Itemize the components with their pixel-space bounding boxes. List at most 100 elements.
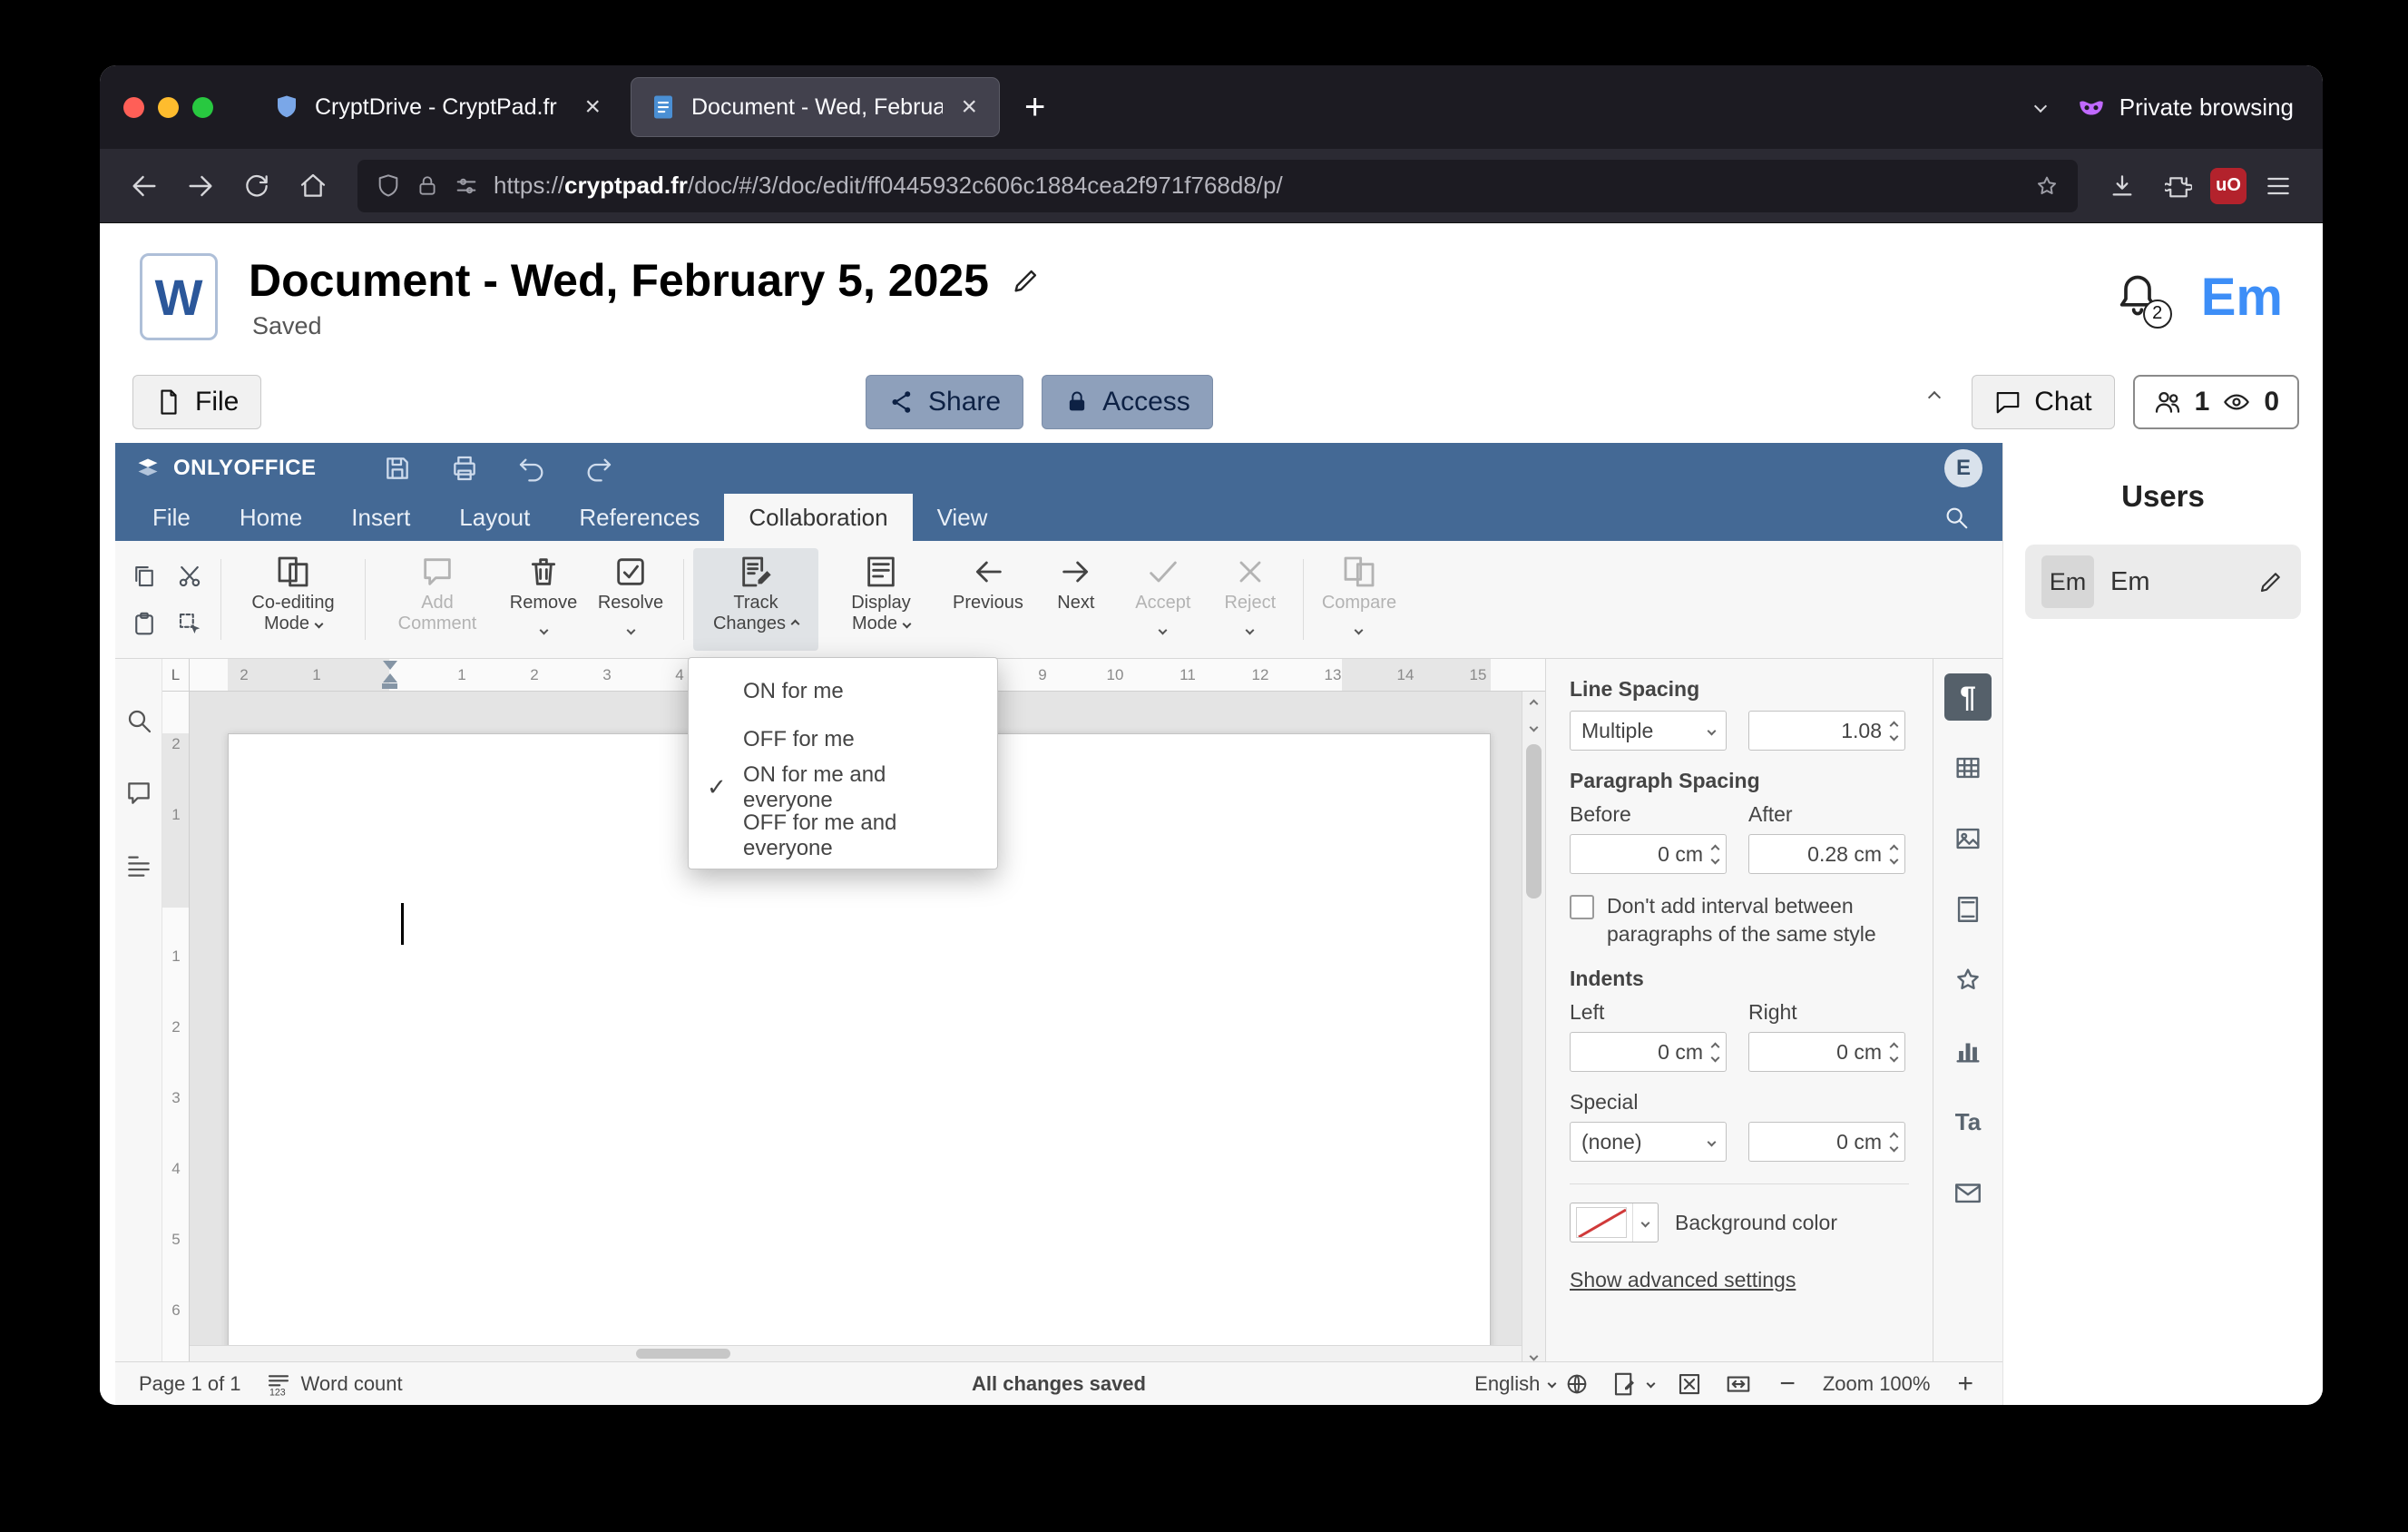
table-settings-tab[interactable] bbox=[1944, 744, 1992, 791]
first-line-indent-marker[interactable] bbox=[383, 661, 397, 670]
list-tabs-chevron-icon[interactable] bbox=[2023, 99, 2058, 115]
cut-button[interactable] bbox=[168, 554, 211, 599]
paragraph-settings-tab[interactable]: ¶ bbox=[1944, 673, 1992, 721]
coediting-mode-button[interactable]: Co-editing Mode bbox=[230, 548, 356, 651]
image-settings-tab[interactable] bbox=[1944, 815, 1992, 862]
redo-icon[interactable] bbox=[584, 454, 613, 483]
no-interval-checkbox-row[interactable]: Don't add interval between paragraphs of… bbox=[1570, 892, 1909, 948]
scroll-up-button[interactable] bbox=[1522, 692, 1545, 715]
notifications-button[interactable]: 2 bbox=[2114, 271, 2172, 329]
zoom-in-button[interactable]: + bbox=[1952, 1369, 1979, 1399]
word-count-button[interactable]: 123 Word count bbox=[265, 1370, 403, 1398]
advanced-settings-link[interactable]: Show advanced settings bbox=[1570, 1268, 1909, 1292]
menu-item-on-for-everyone[interactable]: ✓ ON for me and everyone bbox=[689, 762, 997, 812]
user-list-item[interactable]: Em Em bbox=[2025, 545, 2301, 619]
tab-file[interactable]: File bbox=[128, 494, 215, 541]
spacing-after-spinner[interactable]: 0.28 cm bbox=[1748, 834, 1905, 874]
ublock-origin-icon[interactable]: uO bbox=[2210, 167, 2246, 204]
tab-stop-selector[interactable]: L bbox=[162, 659, 190, 691]
url-bar[interactable]: https://cryptpad.fr/doc/#/3/doc/edit/ff0… bbox=[357, 159, 2078, 212]
indent-right-spinner[interactable]: 0 cm bbox=[1748, 1032, 1905, 1072]
access-button[interactable]: Access bbox=[1042, 375, 1213, 429]
onlyoffice-user-avatar[interactable]: E bbox=[1944, 449, 1982, 487]
textart-settings-tab[interactable]: Ta bbox=[1944, 1098, 1992, 1145]
remove-comment-button[interactable]: Remove bbox=[500, 548, 587, 651]
share-button[interactable]: Share bbox=[866, 375, 1024, 429]
fit-width-button[interactable] bbox=[1725, 1370, 1752, 1398]
url-text[interactable]: https://cryptpad.fr/doc/#/3/doc/edit/ff0… bbox=[494, 172, 2020, 200]
file-menu-button[interactable]: File bbox=[132, 375, 262, 429]
account-avatar[interactable]: Em bbox=[2201, 267, 2283, 328]
tab-view[interactable]: View bbox=[913, 494, 1013, 541]
language-selector[interactable]: English bbox=[1474, 1371, 1590, 1397]
special-spinner[interactable]: 0 cm bbox=[1748, 1122, 1905, 1162]
checkbox[interactable] bbox=[1570, 895, 1594, 919]
chat-button[interactable]: Chat bbox=[1972, 375, 2115, 429]
copy-button[interactable] bbox=[122, 554, 166, 599]
line-spacing-spinner[interactable]: 1.08 bbox=[1748, 711, 1905, 751]
special-select[interactable]: (none) bbox=[1570, 1122, 1727, 1162]
scroll-bottom-button[interactable] bbox=[1522, 1351, 1545, 1361]
menu-button[interactable] bbox=[2254, 162, 2303, 211]
tab-cryptdrive[interactable]: CryptDrive - CryptPad.fr × bbox=[255, 78, 622, 136]
compare-button[interactable]: Compare bbox=[1313, 548, 1405, 651]
back-button[interactable] bbox=[120, 162, 169, 211]
new-tab-button[interactable]: + bbox=[1008, 87, 1062, 128]
tab-close-icon[interactable]: × bbox=[957, 92, 981, 123]
menu-item-off-for-me[interactable]: OFF for me bbox=[689, 715, 997, 763]
zoom-window-button[interactable] bbox=[192, 96, 213, 118]
paste-button[interactable] bbox=[122, 601, 166, 646]
tab-document[interactable]: Document - Wed, February 5, 2 × bbox=[631, 78, 999, 136]
presence-indicator[interactable]: 1 0 bbox=[2132, 375, 2299, 429]
search-button[interactable] bbox=[1923, 494, 1990, 541]
home-button[interactable] bbox=[289, 162, 338, 211]
vertical-scrollbar[interactable] bbox=[1522, 692, 1545, 1361]
display-mode-button[interactable]: Display Mode bbox=[818, 548, 944, 651]
tab-close-icon[interactable]: × bbox=[581, 92, 604, 123]
horizontal-scroll-thumb[interactable] bbox=[636, 1349, 730, 1359]
print-icon[interactable] bbox=[450, 454, 479, 483]
downloads-button[interactable] bbox=[2098, 162, 2147, 211]
page-indicator[interactable]: Page 1 of 1 bbox=[139, 1372, 241, 1396]
tracking-shield-icon[interactable] bbox=[376, 173, 401, 199]
find-icon[interactable] bbox=[124, 706, 153, 735]
menu-item-on-for-me[interactable]: ON for me bbox=[689, 667, 997, 715]
track-changes-button[interactable]: Track Changes bbox=[693, 548, 818, 651]
fit-page-button[interactable] bbox=[1676, 1370, 1703, 1398]
reload-button[interactable] bbox=[232, 162, 281, 211]
vertical-scroll-thumb[interactable] bbox=[1526, 744, 1542, 899]
comments-panel-icon[interactable] bbox=[124, 779, 153, 808]
track-changes-status-button[interactable] bbox=[1611, 1370, 1656, 1398]
edit-title-pencil-icon[interactable] bbox=[1011, 265, 1042, 296]
tab-references[interactable]: References bbox=[554, 494, 724, 541]
navigation-headings-icon[interactable] bbox=[124, 851, 153, 880]
left-indent-marker[interactable] bbox=[382, 683, 397, 689]
add-comment-button[interactable]: Add Comment bbox=[375, 548, 500, 651]
menu-item-off-for-everyone[interactable]: OFF for me and everyone bbox=[689, 810, 997, 860]
spacing-before-spinner[interactable]: 0 cm bbox=[1570, 834, 1727, 874]
headerfooter-settings-tab[interactable] bbox=[1944, 886, 1992, 933]
edit-user-pencil-icon[interactable] bbox=[2257, 568, 2285, 595]
permissions-icon[interactable] bbox=[454, 173, 479, 199]
indent-left-spinner[interactable]: 0 cm bbox=[1570, 1032, 1727, 1072]
close-window-button[interactable] bbox=[123, 96, 144, 118]
line-spacing-select[interactable]: Multiple bbox=[1570, 711, 1727, 751]
extensions-button[interactable] bbox=[2154, 162, 2203, 211]
tab-collaboration[interactable]: Collaboration bbox=[724, 494, 913, 541]
hanging-indent-marker[interactable] bbox=[383, 673, 397, 683]
vertical-ruler[interactable]: 21123456 bbox=[162, 692, 190, 1361]
collapse-toolbar-button[interactable] bbox=[1915, 390, 1953, 414]
forward-button[interactable] bbox=[176, 162, 225, 211]
minimize-window-button[interactable] bbox=[158, 96, 179, 118]
background-color-button[interactable] bbox=[1570, 1203, 1659, 1242]
window-controls[interactable] bbox=[123, 96, 213, 118]
zoom-level[interactable]: Zoom 100% bbox=[1823, 1372, 1931, 1396]
select-all-button[interactable] bbox=[168, 601, 211, 646]
tab-layout[interactable]: Layout bbox=[435, 494, 554, 541]
bookmark-star-icon[interactable] bbox=[2034, 173, 2060, 199]
tab-home[interactable]: Home bbox=[215, 494, 327, 541]
lock-icon[interactable] bbox=[416, 174, 439, 198]
horizontal-scrollbar[interactable] bbox=[190, 1345, 1522, 1361]
next-change-button[interactable]: Next bbox=[1033, 548, 1120, 651]
scroll-down-button[interactable] bbox=[1522, 715, 1545, 739]
